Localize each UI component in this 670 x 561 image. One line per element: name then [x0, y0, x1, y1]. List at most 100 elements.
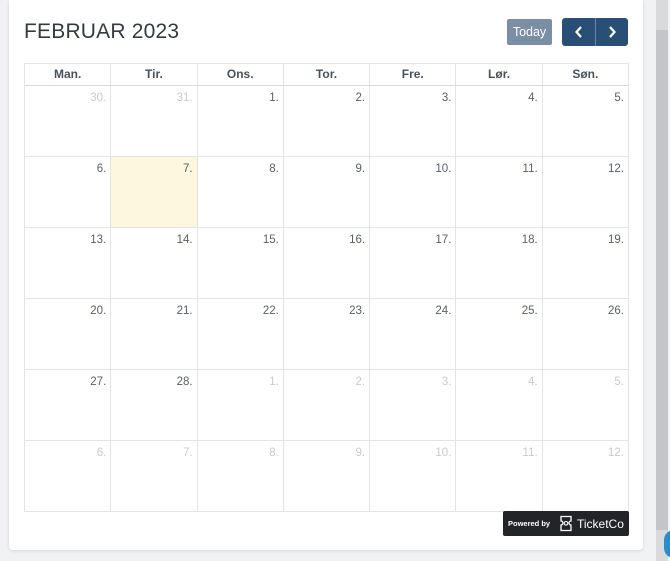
day-number: 9. — [355, 163, 366, 175]
day-cell[interactable]: 5. — [543, 370, 629, 440]
day-number: 10. — [435, 163, 452, 175]
chevron-right-icon — [609, 26, 616, 38]
week-row: 13. 14. 15. 16. 17. 18. 19. — [25, 228, 629, 299]
day-number: 8. — [269, 447, 279, 459]
day-cell[interactable]: 9. — [284, 157, 371, 227]
day-cell[interactable]: 3. — [370, 86, 457, 156]
day-cell[interactable]: 30. — [25, 86, 112, 156]
day-number: 16. — [349, 234, 366, 246]
day-number: 31. — [176, 92, 193, 104]
day-cell[interactable]: 20. — [25, 299, 112, 369]
day-number: 2. — [355, 376, 366, 388]
day-cell[interactable]: 25. — [456, 299, 543, 369]
day-number: 21. — [176, 305, 193, 317]
day-cell[interactable]: 5. — [543, 86, 629, 156]
weekday-label: Fre. — [370, 64, 457, 85]
day-number: 14. — [176, 234, 193, 246]
day-cell[interactable]: 16. — [284, 228, 371, 298]
day-cell[interactable]: 1. — [198, 370, 284, 440]
day-cell[interactable]: 22. — [198, 299, 284, 369]
day-cell[interactable]: 23. — [284, 299, 371, 369]
month-nav — [562, 18, 628, 46]
day-cell[interactable]: 31. — [111, 86, 198, 156]
day-number: 7. — [182, 447, 193, 459]
day-number: 4. — [528, 92, 538, 104]
day-number: 20. — [90, 305, 107, 317]
day-number: 11. — [522, 163, 538, 175]
prev-month-button[interactable] — [562, 18, 595, 46]
day-cell[interactable]: 21. — [111, 299, 198, 369]
next-month-button[interactable] — [595, 18, 628, 46]
day-number: 17. — [435, 234, 452, 246]
day-cell[interactable]: 3. — [370, 370, 457, 440]
day-number: 27. — [90, 376, 107, 388]
day-cell[interactable]: 28. — [111, 370, 198, 440]
day-cell[interactable]: 11. — [456, 441, 543, 511]
day-number: 28. — [176, 376, 193, 388]
day-cell[interactable]: 13. — [25, 228, 112, 298]
day-cell[interactable]: 9. — [284, 441, 371, 511]
weekday-label: Tir. — [111, 64, 198, 85]
day-number: 25. — [521, 305, 538, 317]
day-number: 6. — [96, 163, 107, 175]
day-cell[interactable]: 18. — [456, 228, 543, 298]
day-cell[interactable]: 27. — [25, 370, 112, 440]
day-number: 24. — [435, 305, 452, 317]
day-cell[interactable]: 15. — [198, 228, 284, 298]
day-cell[interactable]: 4. — [456, 370, 543, 440]
day-cell[interactable]: 11. — [456, 157, 543, 227]
day-number: 1. — [269, 92, 279, 104]
day-cell[interactable]: 12. — [543, 441, 629, 511]
calendar-grid: Man. Tir. Ons. Tor. Fre. Lør. Søn. 30. 31… — [24, 63, 629, 512]
day-number: 3. — [441, 376, 452, 388]
day-cell[interactable]: 1. — [198, 86, 284, 156]
day-number: 13. — [90, 234, 107, 246]
day-number: 30. — [90, 92, 107, 104]
brand-name: TicketCo — [577, 516, 624, 531]
day-cell[interactable]: 4. — [456, 86, 543, 156]
week-row: 6. 7. 8. 9. 10. 11. 12. — [25, 157, 629, 228]
day-cell[interactable]: 26. — [543, 299, 629, 369]
week-row: 30. 31. 1. 2. 3. 4. 5. — [25, 86, 629, 157]
day-cell[interactable]: 2. — [284, 86, 371, 156]
week-row: 20. 21. 22. 23. 24. 25. 26. — [25, 299, 629, 370]
day-number: 5. — [614, 376, 624, 388]
day-cell[interactable]: 17. — [370, 228, 457, 298]
day-number: 6. — [96, 447, 107, 459]
day-cell[interactable]: 19. — [543, 228, 629, 298]
day-cell[interactable]: 12. — [543, 157, 629, 227]
day-number: 1. — [269, 376, 279, 388]
weekday-header: Man. Tir. Ons. Tor. Fre. Lør. Søn. — [25, 64, 629, 86]
day-cell[interactable]: 6. — [25, 157, 112, 227]
day-cell[interactable]: 8. — [198, 441, 284, 511]
day-cell[interactable]: 10. — [370, 441, 457, 511]
weekday-label: Lør. — [456, 64, 543, 85]
day-cell[interactable]: 14. — [111, 228, 198, 298]
scrollbar-thumb[interactable] — [656, 30, 668, 530]
day-number: 18. — [521, 234, 538, 246]
day-cell[interactable]: 8. — [198, 157, 284, 227]
day-number: 23. — [349, 305, 366, 317]
day-number: 12. — [607, 163, 624, 175]
powered-by-label: Powered by — [508, 519, 551, 528]
day-number: 8. — [269, 163, 279, 175]
day-number: 9. — [355, 447, 366, 459]
today-button[interactable]: Today — [507, 19, 552, 45]
day-number: 2. — [355, 92, 366, 104]
day-cell[interactable]: 6. — [25, 441, 112, 511]
ticketco-logo-icon — [559, 515, 573, 532]
chat-widget-edge[interactable] — [664, 530, 670, 558]
day-number: 12. — [607, 447, 624, 459]
day-number: 19. — [607, 234, 624, 246]
day-number: 7. — [182, 163, 193, 175]
powered-by-badge[interactable]: Powered by TicketCo — [503, 511, 629, 536]
weekday-label: Søn. — [543, 64, 629, 85]
day-number: 22. — [262, 305, 279, 317]
day-cell-today[interactable]: 7. — [111, 157, 198, 227]
day-cell[interactable]: 24. — [370, 299, 457, 369]
day-cell[interactable]: 7. — [111, 441, 198, 511]
day-cell[interactable]: 2. — [284, 370, 371, 440]
day-cell[interactable]: 10. — [370, 157, 457, 227]
week-row: 6. 7. 8. 9. 10. 11. 12. — [25, 441, 629, 512]
day-number: 3. — [441, 92, 452, 104]
